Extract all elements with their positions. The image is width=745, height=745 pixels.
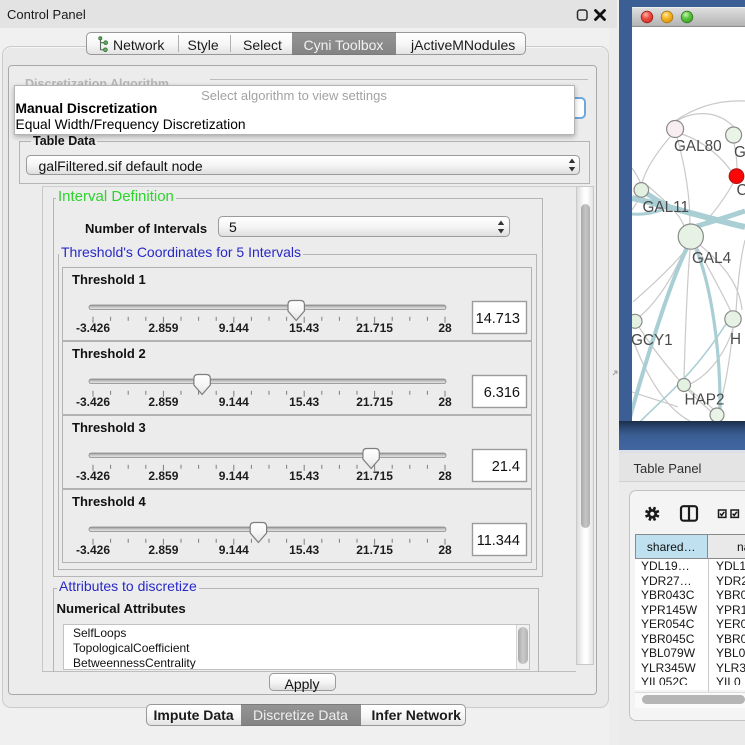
svg-text:21.715: 21.715 — [356, 543, 393, 557]
svg-text:-3.426: -3.426 — [76, 469, 110, 483]
svg-text:Threshold 2: Threshold 2 — [72, 346, 146, 361]
svg-text:15.43: 15.43 — [289, 469, 319, 483]
svg-text:15.43: 15.43 — [289, 321, 319, 335]
svg-text:2.859: 2.859 — [148, 321, 178, 335]
svg-text:15.43: 15.43 — [289, 395, 319, 409]
svg-text:9.144: 9.144 — [219, 469, 249, 483]
svg-text:GA: GA — [734, 144, 745, 161]
svg-text:6.316: 6.316 — [484, 385, 520, 401]
svg-text:-3.426: -3.426 — [76, 321, 110, 335]
svg-text:11.344: 11.344 — [477, 533, 520, 549]
svg-text:28: 28 — [438, 543, 452, 557]
svg-text:HAP2: HAP2 — [685, 392, 725, 409]
svg-text:Threshold 4: Threshold 4 — [72, 494, 146, 509]
svg-text:21.4: 21.4 — [492, 459, 520, 475]
svg-text:14.713: 14.713 — [476, 311, 520, 327]
svg-text:2.859: 2.859 — [148, 469, 178, 483]
svg-text:28: 28 — [438, 469, 452, 483]
svg-text:21.715: 21.715 — [356, 469, 393, 483]
svg-text:GCY1: GCY1 — [632, 332, 673, 349]
svg-text:2.859: 2.859 — [148, 543, 178, 557]
svg-text:GAL11: GAL11 — [643, 199, 690, 216]
svg-text:21.715: 21.715 — [356, 395, 393, 409]
svg-text:GAL4: GAL4 — [692, 250, 732, 267]
svg-text:2.859: 2.859 — [148, 395, 178, 409]
svg-text:9.144: 9.144 — [219, 395, 249, 409]
svg-text:Threshold 3: Threshold 3 — [72, 420, 146, 435]
svg-text:H: H — [730, 331, 741, 348]
svg-text:28: 28 — [438, 321, 452, 335]
svg-text:9.144: 9.144 — [219, 321, 249, 335]
svg-text:GAL80: GAL80 — [674, 138, 722, 155]
svg-text:Threshold 1: Threshold 1 — [72, 272, 146, 287]
svg-text:21.715: 21.715 — [356, 321, 393, 335]
svg-text:15.43: 15.43 — [289, 543, 319, 557]
svg-text:-3.426: -3.426 — [76, 543, 110, 557]
svg-text:28: 28 — [438, 395, 452, 409]
svg-text:C: C — [737, 182, 745, 199]
svg-text:-3.426: -3.426 — [76, 395, 110, 409]
svg-text:9.144: 9.144 — [219, 543, 249, 557]
